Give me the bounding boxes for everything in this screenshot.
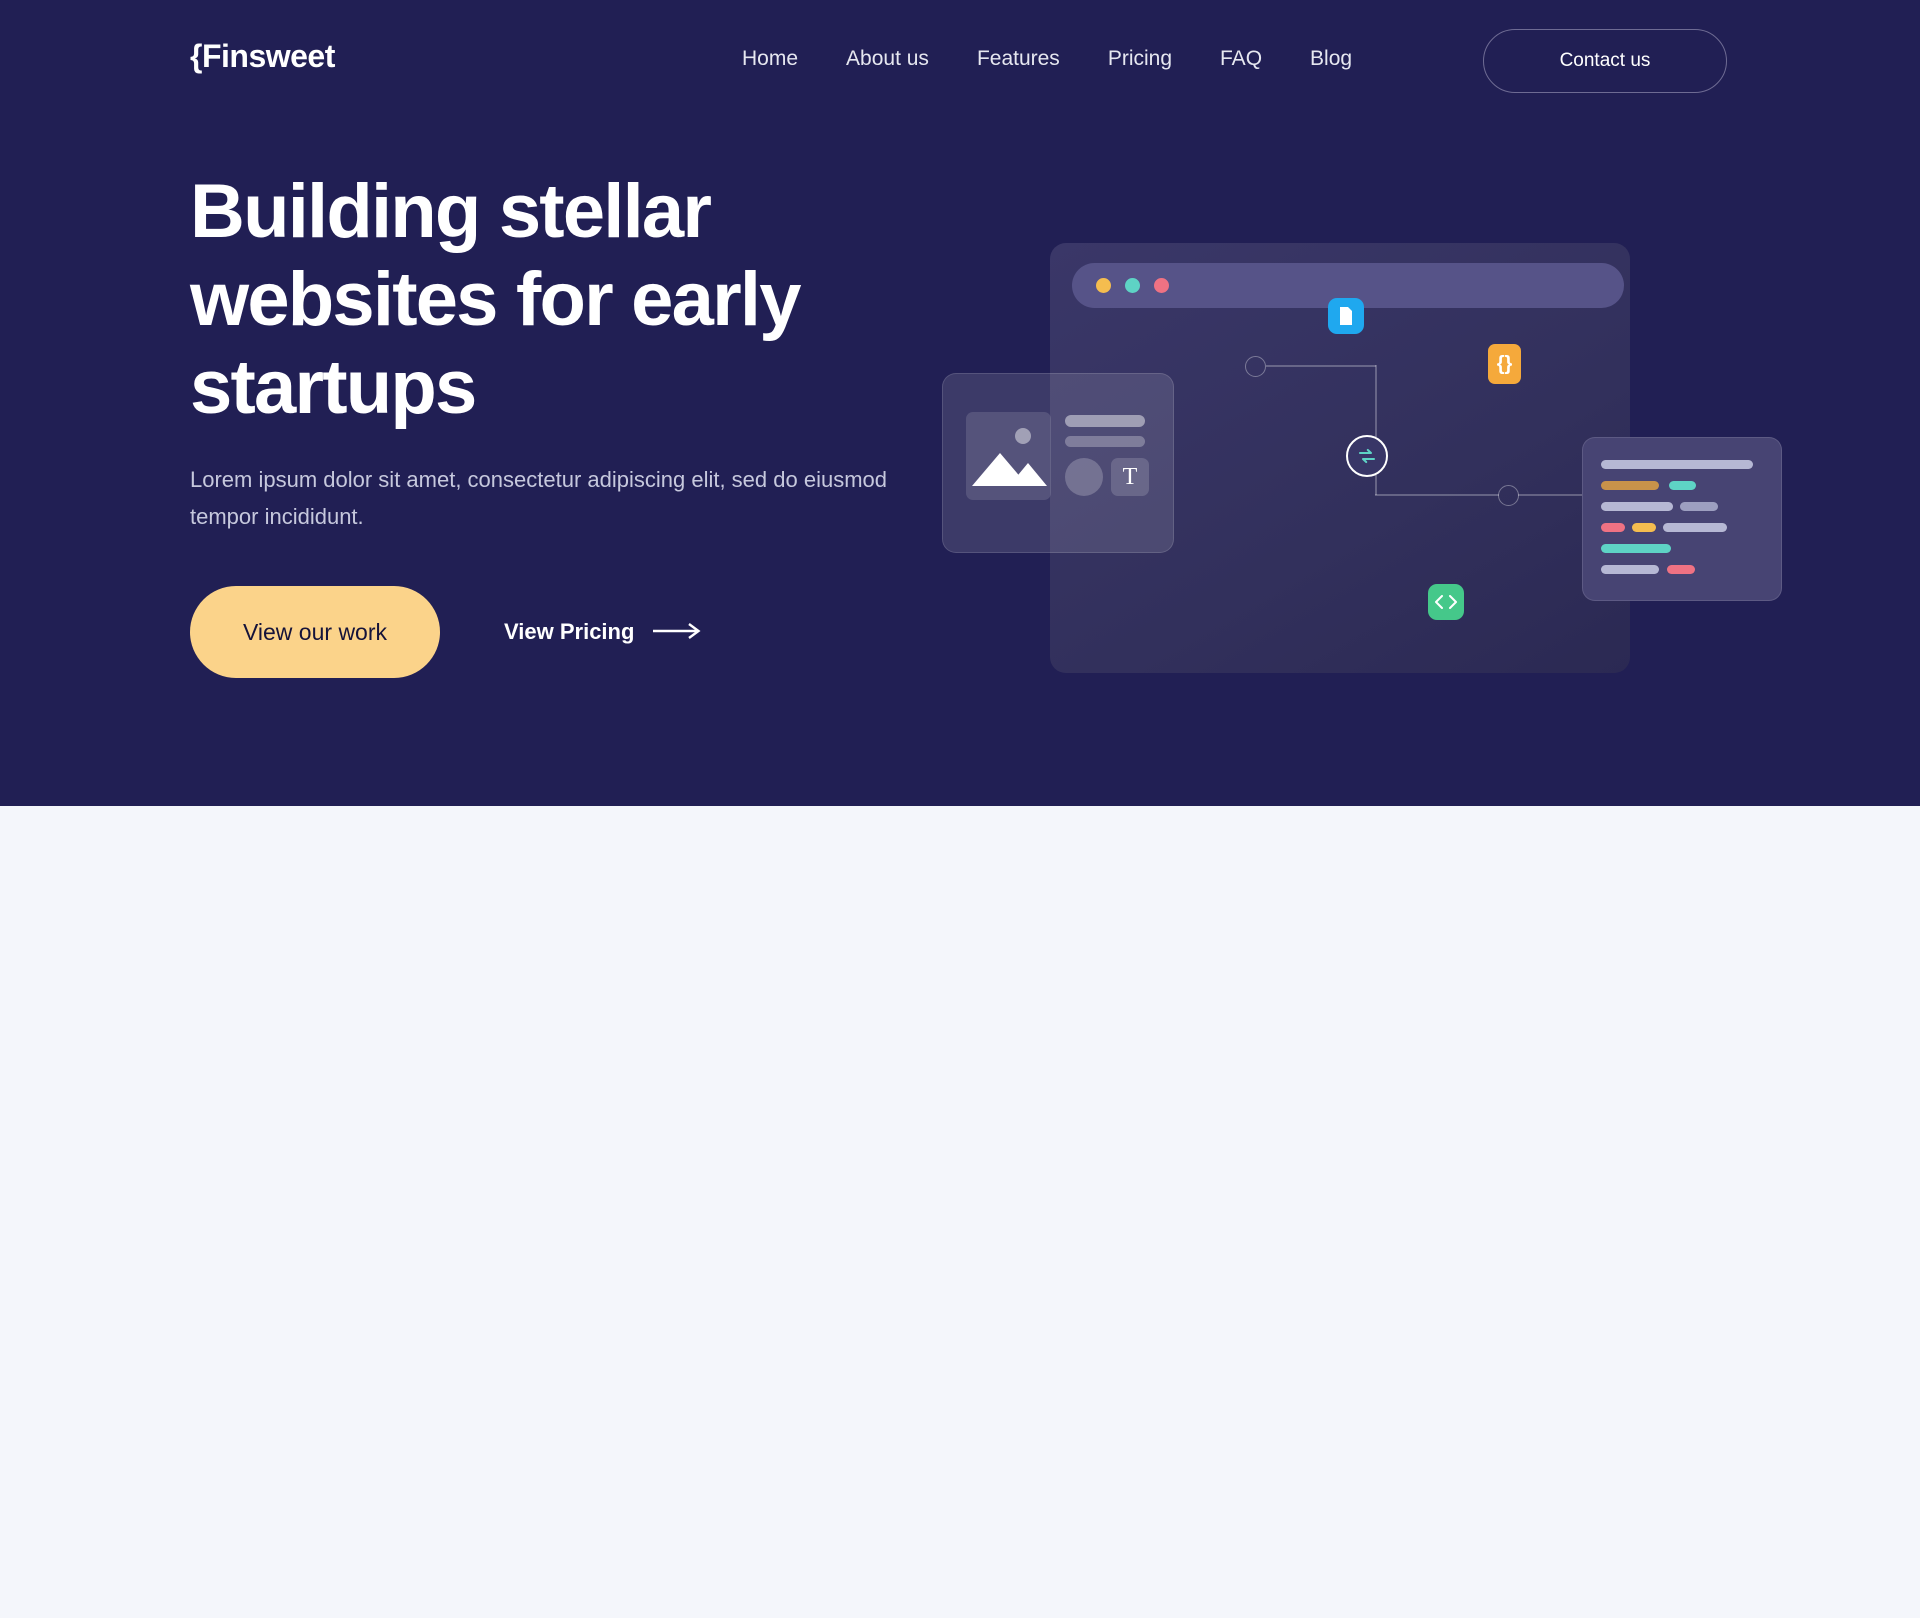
code-line <box>1601 460 1753 469</box>
nav-item-blog[interactable]: Blog <box>1286 47 1376 71</box>
view-pricing-link[interactable]: View Pricing <box>504 619 705 645</box>
nav-item-features[interactable]: Features <box>953 47 1084 71</box>
image-placeholder-icon <box>966 412 1051 500</box>
code-line <box>1632 523 1656 532</box>
connector-line-1 <box>1266 365 1376 367</box>
media-card-mock: T <box>942 373 1174 553</box>
code-line <box>1601 481 1659 490</box>
hero-actions: View our work View Pricing <box>190 586 950 679</box>
code-line <box>1667 565 1695 574</box>
code-line <box>1601 523 1625 532</box>
code-line <box>1601 502 1673 511</box>
text-tool-icon: T <box>1111 458 1149 496</box>
nav-item-faq[interactable]: FAQ <box>1196 47 1286 71</box>
connector-line-3 <box>1375 475 1377 495</box>
circle-shape-icon <box>1065 458 1103 496</box>
document-icon <box>1328 298 1364 334</box>
placeholder-line <box>1065 415 1145 427</box>
arrow-right-icon <box>653 619 705 645</box>
sync-icon <box>1346 435 1388 477</box>
view-our-work-button[interactable]: View our work <box>190 586 440 679</box>
connector-node-2 <box>1498 485 1519 506</box>
code-line <box>1601 565 1659 574</box>
connector-line-5 <box>1518 494 1588 496</box>
window-dot-green-icon <box>1125 278 1140 293</box>
hero-illustration: {} T <box>942 230 1782 680</box>
nav-item-pricing[interactable]: Pricing <box>1084 47 1196 71</box>
nav-links: Home About us Features Pricing FAQ Blog <box>718 47 1376 71</box>
connector-line-2 <box>1375 365 1377 437</box>
mountain-shape-small <box>1009 463 1047 486</box>
view-pricing-label: View Pricing <box>504 619 635 645</box>
braces-icon: {} <box>1488 344 1521 384</box>
code-snippet-window <box>1582 437 1782 601</box>
code-line <box>1601 544 1671 553</box>
code-line <box>1680 502 1718 511</box>
window-dot-red-icon <box>1154 278 1169 293</box>
how-we-work-section: How we work Lorem ipsum dolor sit amet, … <box>0 806 1920 1618</box>
placeholder-line <box>1065 436 1145 447</box>
connector-line-4 <box>1375 494 1499 496</box>
sun-icon <box>1015 428 1031 444</box>
nav-item-about-us[interactable]: About us <box>822 47 953 71</box>
window-dot-yellow-icon <box>1096 278 1111 293</box>
code-line <box>1669 481 1696 490</box>
contact-us-button[interactable]: Contact us <box>1483 29 1727 93</box>
hero-title: Building stellar websites for early star… <box>190 169 801 431</box>
hero-section: {Finsweet Home About us Features Pricing… <box>0 0 1920 806</box>
nav-item-home[interactable]: Home <box>718 47 822 71</box>
brand-logo[interactable]: {Finsweet <box>190 38 335 75</box>
main-navbar: {Finsweet Home About us Features Pricing… <box>0 0 1920 124</box>
hero-subtitle: Lorem ipsum dolor sit amet, consectetur … <box>190 467 888 529</box>
connector-node-1 <box>1245 356 1266 377</box>
code-icon <box>1428 584 1464 620</box>
code-line <box>1663 523 1727 532</box>
hero-copy: Building stellar websites for early star… <box>190 168 950 679</box>
